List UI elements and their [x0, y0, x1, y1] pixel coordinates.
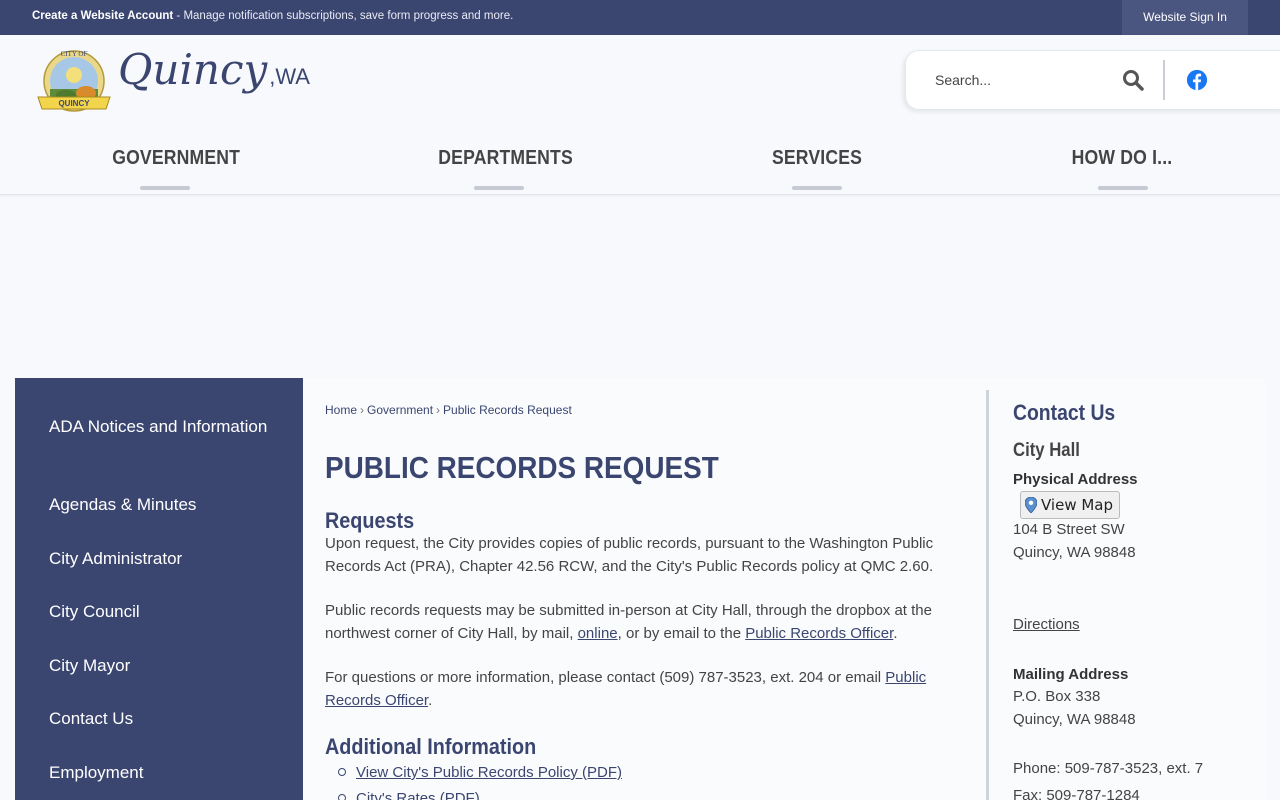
- column-divider: [986, 390, 989, 800]
- nav-departments[interactable]: DEPARTMENTS: [438, 147, 572, 170]
- view-map-button[interactable]: View Map: [1020, 491, 1121, 519]
- main-navigation: GOVERNMENT DEPARTMENTS SERVICES HOW DO I…: [0, 130, 1280, 192]
- facebook-icon[interactable]: [1186, 69, 1208, 91]
- create-account-description: - Manage notification subscriptions, sav…: [173, 10, 514, 22]
- address-line-2: Quincy, WA 98848: [1013, 544, 1136, 561]
- view-map-label: View Map: [1041, 496, 1114, 514]
- breadcrumb: Home › Government › Public Records Request: [325, 403, 572, 417]
- public-records-officer-link[interactable]: Public Records Officer: [745, 625, 893, 642]
- nav-how-do-i-indicator: [1098, 186, 1148, 190]
- search-input[interactable]: Search...: [935, 72, 991, 88]
- requests-heading: Requests: [325, 508, 415, 533]
- page-title: PUBLIC RECORDS REQUEST: [325, 450, 719, 485]
- logo-city-name: Quincy: [118, 45, 268, 94]
- contact-name: City Hall: [1013, 440, 1080, 461]
- search-icon[interactable]: [1121, 68, 1145, 92]
- bullet-icon: [338, 768, 346, 776]
- map-pin-icon: [1025, 497, 1037, 513]
- directions-link[interactable]: Directions: [1013, 616, 1080, 633]
- sidebar-item-agendas-minutes[interactable]: Agendas & Minutes: [49, 492, 269, 517]
- create-account-banner[interactable]: Create a Website Account - Manage notifi…: [32, 10, 513, 22]
- website-sign-in-button[interactable]: Website Sign In: [1122, 0, 1248, 35]
- sidebar-item-contact-us[interactable]: Contact Us: [49, 706, 269, 731]
- contact-heading: Contact Us: [1013, 400, 1116, 425]
- seal-top-text: CITY OF: [61, 50, 88, 58]
- site-header: QUINCY CITY OF Quincy,WA Search... GOVER…: [0, 35, 1280, 195]
- nav-departments-indicator: [474, 186, 524, 190]
- logo-wordmark: Quincy,WA: [118, 45, 310, 94]
- requests-paragraph-1: Upon request, the City provides copies o…: [325, 535, 934, 575]
- records-policy-link[interactable]: View City's Public Records Policy (PDF): [356, 764, 622, 781]
- search-divider: [1163, 60, 1165, 100]
- nav-government-indicator: [140, 186, 190, 190]
- sidebar-item-city-mayor[interactable]: City Mayor: [49, 653, 269, 678]
- breadcrumb-current: Public Records Request: [443, 403, 572, 417]
- main-content: Home › Government › Public Records Request P…: [303, 378, 1265, 800]
- sidebar-item-city-administrator[interactable]: City Administrator: [49, 546, 269, 571]
- nav-government[interactable]: GOVERNMENT: [112, 147, 240, 170]
- breadcrumb-government[interactable]: Government: [367, 403, 433, 417]
- requests-paragraph-2: Public records requests may be submitted…: [325, 602, 932, 642]
- logo-state: ,WA: [269, 64, 310, 89]
- search-bar: Search...: [905, 50, 1280, 110]
- mailing-line-1: P.O. Box 338: [1013, 688, 1101, 705]
- phone-number: Phone: 509-787-3523, ext. 7: [1013, 760, 1204, 777]
- nav-services[interactable]: SERVICES: [767, 147, 867, 170]
- create-account-link[interactable]: Create a Website Account: [32, 10, 173, 22]
- breadcrumb-separator: ›: [360, 403, 365, 417]
- rates-link[interactable]: City's Rates (PDF): [356, 790, 480, 800]
- sidebar-item-ada-notices[interactable]: ADA Notices and Information: [49, 414, 269, 439]
- additional-info-heading: Additional Information: [325, 734, 537, 759]
- nav-services-indicator: [792, 186, 842, 190]
- requests-paragraph-3: For questions or more information, pleas…: [325, 669, 927, 709]
- top-utility-bar: Create a Website Account - Manage notifi…: [0, 0, 1280, 35]
- mailing-address-label: Mailing Address: [1013, 666, 1129, 683]
- fax-number: Fax: 509-787-1284: [1013, 787, 1140, 800]
- list-item[interactable]: View City's Public Records Policy (PDF): [333, 760, 622, 786]
- address-line-1: 104 B Street SW: [1013, 521, 1125, 538]
- seal-bottom-text: QUINCY: [58, 99, 90, 108]
- list-item[interactable]: City's Rates (PDF): [333, 786, 622, 800]
- sidebar-item-city-council[interactable]: City Council: [49, 599, 269, 624]
- city-seal-icon: QUINCY CITY OF: [37, 50, 111, 112]
- additional-info-list: View City's Public Records Policy (PDF) …: [333, 760, 622, 800]
- breadcrumb-home[interactable]: Home: [325, 403, 357, 417]
- site-logo[interactable]: QUINCY CITY OF Quincy,WA: [34, 45, 310, 117]
- bullet-icon: [338, 794, 346, 800]
- sidebar-item-employment[interactable]: Employment: [49, 760, 269, 785]
- online-link[interactable]: online: [578, 625, 618, 642]
- sidebar-navigation: ADA Notices and Information Agendas & Mi…: [15, 378, 303, 800]
- mailing-line-2: Quincy, WA 98848: [1013, 711, 1136, 728]
- physical-address-label: Physical Address: [1013, 471, 1138, 488]
- breadcrumb-separator: ›: [436, 403, 441, 417]
- nav-how-do-i[interactable]: HOW DO I...: [1069, 147, 1175, 170]
